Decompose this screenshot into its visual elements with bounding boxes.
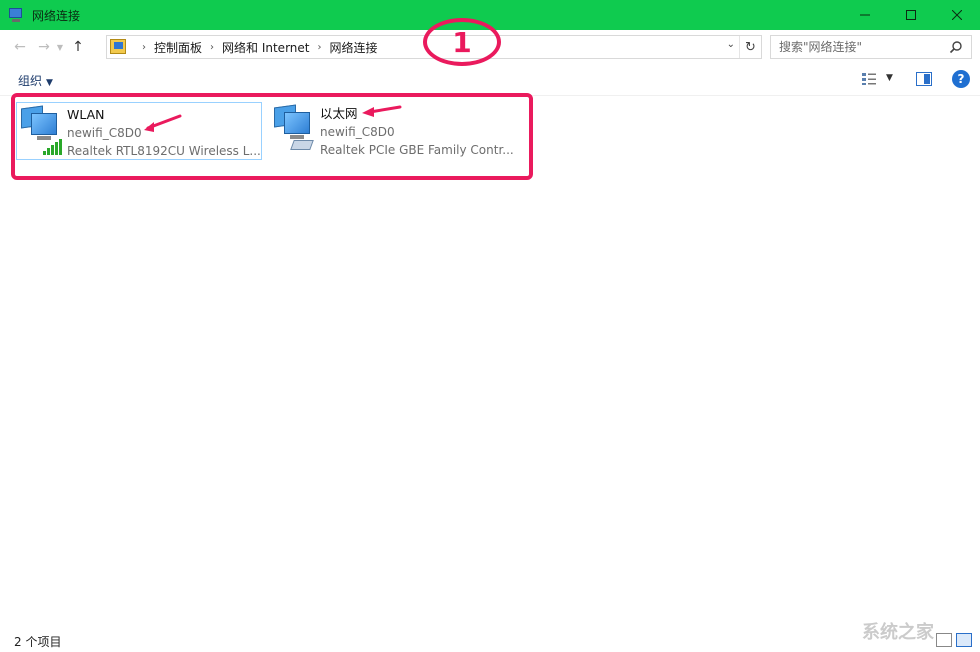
- view-dropdown-icon[interactable]: ▼: [886, 73, 893, 83]
- preview-pane-icon[interactable]: [916, 72, 932, 86]
- chevron-down-icon: ▼: [56, 42, 64, 52]
- change-view-icon[interactable]: [861, 72, 877, 86]
- network-connections-icon: [8, 7, 24, 23]
- up-arrow-icon: ↑: [72, 39, 84, 55]
- annotation-badge: 1: [423, 18, 501, 66]
- organize-label: 组织: [18, 74, 43, 88]
- forward-arrow-icon: →: [38, 39, 50, 55]
- annotation-highlight-box: [11, 93, 533, 180]
- annotation-number: 1: [452, 25, 472, 59]
- details-view-icon[interactable]: [936, 633, 952, 647]
- control-panel-icon: [110, 39, 128, 55]
- annotation-arrow-icon: [144, 114, 182, 132]
- breadcrumb-separator-icon[interactable]: ›: [210, 42, 214, 53]
- tiles-view-icon[interactable]: [956, 633, 972, 647]
- refresh-button[interactable]: ↻: [739, 36, 761, 58]
- breadcrumb-separator-icon[interactable]: ›: [142, 42, 146, 53]
- window-title: 网络连接: [32, 8, 81, 23]
- caret-down-icon: ▼: [46, 78, 53, 88]
- up-button[interactable]: ↑: [68, 36, 88, 58]
- item-count: 2 个项目: [14, 634, 62, 649]
- breadcrumb-control-panel[interactable]: 控制面板: [154, 39, 202, 56]
- search-box[interactable]: [770, 35, 972, 59]
- back-arrow-icon: ←: [14, 39, 26, 55]
- search-input[interactable]: [779, 40, 949, 54]
- breadcrumb-network-connections[interactable]: 网络连接: [329, 39, 377, 56]
- back-button[interactable]: ←: [10, 36, 30, 58]
- address-dropdown-icon[interactable]: ⌄: [727, 39, 735, 50]
- recent-locations-button[interactable]: ▼: [54, 36, 66, 58]
- organize-menu-button[interactable]: 组织 ▼: [18, 72, 53, 89]
- refresh-icon: ↻: [745, 39, 756, 55]
- minimize-button[interactable]: [842, 0, 888, 30]
- close-icon: [952, 10, 962, 20]
- forward-button[interactable]: →: [34, 36, 54, 58]
- watermark-text: 系统之家: [862, 622, 934, 643]
- annotation-arrow-icon: [362, 105, 402, 117]
- search-icon[interactable]: [949, 40, 963, 54]
- close-button[interactable]: [934, 0, 980, 30]
- breadcrumb-separator-icon[interactable]: ›: [317, 42, 321, 53]
- command-bar: 组织 ▼ ▼ ?: [0, 64, 980, 96]
- help-icon[interactable]: ?: [952, 70, 970, 88]
- maximize-button[interactable]: [888, 0, 934, 30]
- breadcrumb-network-internet[interactable]: 网络和 Internet: [222, 39, 309, 56]
- minimize-icon: [860, 14, 870, 16]
- status-bar: 2 个项目 系统之家: [0, 622, 980, 652]
- maximize-icon: [906, 10, 916, 20]
